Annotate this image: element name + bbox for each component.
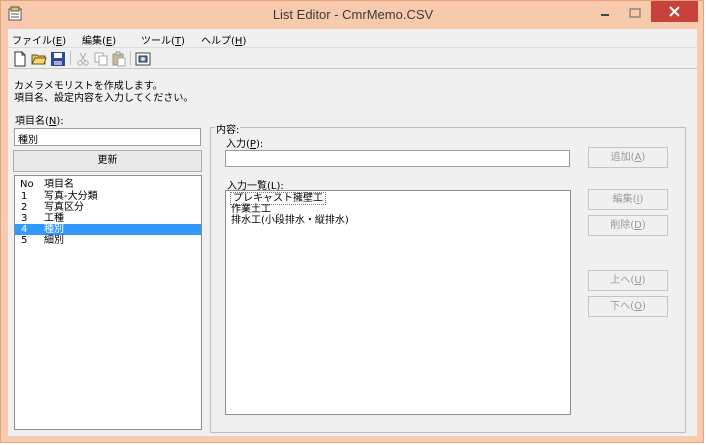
item-name-label: 項目名(N): bbox=[15, 116, 64, 127]
list-item-selected[interactable]: 4 種別 bbox=[15, 224, 201, 235]
save-icon[interactable] bbox=[50, 51, 66, 67]
item-list-header: No 項目名 bbox=[20, 179, 74, 190]
list-item[interactable]: 排水工(小段排水・縦排水) bbox=[226, 215, 570, 226]
list-item[interactable]: 2 写真区分 bbox=[15, 202, 201, 213]
toolbar-separator bbox=[130, 51, 131, 65]
toolbar-separator bbox=[70, 51, 71, 65]
move-down-button[interactable]: 下へ(O) bbox=[588, 296, 668, 317]
input-label: 入力(P): bbox=[226, 139, 264, 150]
close-icon bbox=[669, 6, 680, 17]
menu-tools[interactable]: ツール(T) bbox=[141, 32, 185, 47]
cut-icon[interactable] bbox=[75, 51, 91, 67]
update-button[interactable]: 更新 bbox=[13, 150, 202, 172]
minimize-icon[interactable] bbox=[592, 5, 618, 23]
maximize-icon[interactable] bbox=[622, 5, 648, 23]
edit-button[interactable]: 編集(I) bbox=[588, 189, 668, 210]
item-name-input[interactable]: 種別 bbox=[14, 128, 201, 146]
item-list[interactable]: No 項目名 1 写真-大分類 2 写真区分 3 工種 4 種別 5 細別 bbox=[14, 175, 202, 430]
list-item[interactable]: 作業土工 bbox=[226, 204, 570, 215]
input-field[interactable] bbox=[225, 150, 570, 167]
list-item[interactable]: 3 工種 bbox=[15, 213, 201, 224]
add-button[interactable]: 追加(A) bbox=[588, 147, 668, 168]
description-line-2: 項目名、設定内容を入力してください。 bbox=[14, 93, 194, 104]
open-folder-icon[interactable] bbox=[31, 51, 47, 67]
camera-memo-icon[interactable] bbox=[135, 51, 151, 67]
paste-icon[interactable] bbox=[111, 51, 127, 67]
close-button[interactable] bbox=[651, 1, 698, 22]
list-item[interactable]: プレキャスト擁壁工 bbox=[226, 192, 570, 205]
list-item[interactable]: 5 細別 bbox=[15, 235, 201, 246]
list-item[interactable]: 1 写真-大分類 bbox=[15, 191, 201, 202]
content-group-label: 内容: bbox=[215, 121, 241, 136]
item-name-value: 種別 bbox=[18, 135, 38, 146]
menu-help[interactable]: ヘルプ(H) bbox=[201, 32, 246, 47]
input-list[interactable]: プレキャスト擁壁工 作業土工 排水工(小段排水・縦排水) bbox=[225, 190, 571, 415]
menu-file[interactable]: ファイル(E) bbox=[12, 32, 66, 47]
new-file-icon[interactable] bbox=[12, 51, 28, 67]
delete-button[interactable]: 削除(D) bbox=[588, 215, 668, 236]
copy-icon[interactable] bbox=[93, 51, 109, 67]
move-up-button[interactable]: 上へ(U) bbox=[588, 270, 668, 291]
menu-edit[interactable]: 編集(E) bbox=[82, 32, 116, 47]
